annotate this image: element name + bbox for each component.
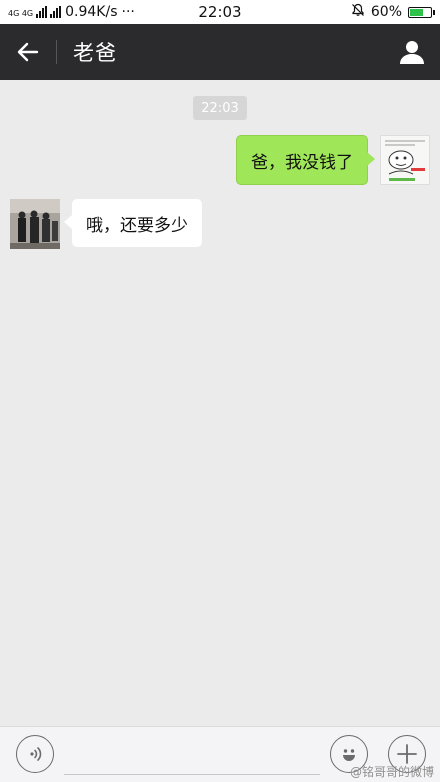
status-right: 60%	[351, 3, 435, 21]
page-title: 老爸	[73, 41, 117, 65]
message-bubble-sent[interactable]: 爸，我没钱了	[236, 135, 375, 185]
meme-sticker-avatar[interactable]	[380, 135, 430, 185]
status-bar: 4G 4G 0.94K/s ··· 22:03 60%	[0, 0, 440, 24]
mute-bell-icon	[351, 3, 365, 21]
network-speed: 0.94K/s	[65, 4, 118, 20]
profile-button[interactable]	[384, 24, 440, 80]
header-divider	[56, 40, 57, 64]
voice-button[interactable]	[16, 735, 54, 773]
status-left: 4G 4G 0.94K/s ···	[8, 4, 135, 20]
chat-header: 老爸	[0, 24, 440, 80]
emoji-icon	[343, 749, 355, 761]
timestamp-badge: 22:03	[193, 96, 247, 120]
message-sent: 爸，我没钱了	[236, 135, 430, 185]
message-bubble-received[interactable]: 哦，还要多少	[64, 199, 202, 247]
photo-avatar[interactable]	[10, 199, 60, 249]
battery-percent: 60%	[370, 4, 402, 20]
input-bar: @铭哥哥的微博	[0, 726, 440, 782]
battery-fill	[410, 8, 424, 16]
back-arrow-icon	[17, 42, 39, 62]
user-profile-icon	[400, 41, 424, 64]
message-input[interactable]	[64, 774, 320, 775]
voice-icon	[30, 747, 42, 761]
watermark: @铭哥哥的微博	[349, 765, 434, 779]
message-received: 哦，还要多少	[10, 199, 202, 249]
chat-area[interactable]: 22:03 爸，我没钱了 哦，还要多少	[0, 80, 440, 726]
back-button[interactable]	[0, 24, 56, 80]
battery-icon	[408, 6, 435, 18]
plus-icon	[397, 744, 417, 764]
network-label: 4G 4G	[8, 9, 34, 18]
more-indicator: ···	[121, 4, 135, 20]
signal-icon: 4G 4G	[8, 6, 62, 18]
